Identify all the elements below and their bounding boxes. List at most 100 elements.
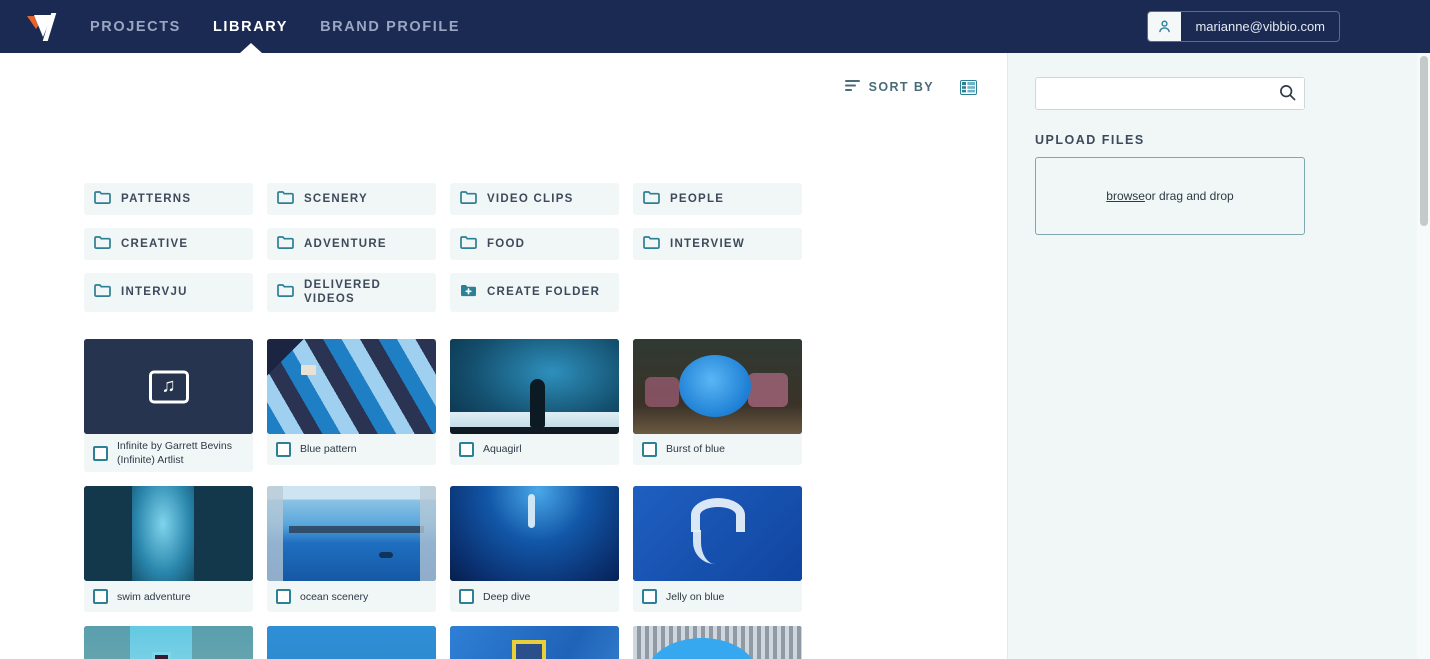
media-thumbnail[interactable]	[84, 486, 253, 582]
folder-icon	[643, 235, 660, 254]
media-checkbox[interactable]	[93, 589, 108, 605]
media-thumbnail[interactable]	[267, 339, 436, 434]
nav-item-brand-profile[interactable]: BRAND PROFILE	[304, 0, 476, 53]
active-tab-caret-icon	[239, 43, 262, 53]
folder-label: FOOD	[487, 237, 526, 250]
folder-icon	[460, 190, 477, 209]
media-title: Burst of blue	[666, 443, 725, 456]
media-title: swim adventure	[117, 590, 191, 603]
media-card[interactable]	[450, 626, 619, 659]
folder-icon	[94, 283, 111, 302]
folder-chip-interview[interactable]: INTERVIEW	[633, 228, 802, 260]
create-folder-button[interactable]: CREATE FOLDER	[450, 273, 619, 312]
media-checkbox[interactable]	[276, 442, 291, 457]
media-grid: ♫ Infinite by Garrett Bevins (Infinite) …	[84, 339, 984, 659]
folder-plus-icon	[460, 283, 477, 302]
upload-dropzone[interactable]: browse or drag and drop	[1035, 157, 1305, 235]
audio-note-icon: ♫	[148, 370, 189, 403]
search-icon	[1279, 84, 1296, 104]
media-checkbox[interactable]	[459, 442, 474, 457]
media-card-footer: Jelly on blue	[633, 581, 802, 613]
folder-label: VIDEO CLIPS	[487, 192, 574, 205]
scrollbar-thumb[interactable]	[1420, 56, 1428, 226]
media-checkbox[interactable]	[276, 589, 291, 605]
media-checkbox[interactable]	[642, 589, 657, 605]
media-title: Jelly on blue	[666, 590, 725, 603]
search-box[interactable]	[1035, 77, 1305, 110]
folder-chip-patterns[interactable]: PATTERNS	[84, 183, 253, 215]
folder-icon	[643, 190, 660, 209]
media-card[interactable]: Blue pattern	[267, 339, 436, 472]
media-card[interactable]: Aqua blue wall	[84, 626, 253, 659]
folder-list: PATTERNS SCENERY VIDEO CLIPS PEOPLE CREA…	[84, 183, 984, 312]
folder-label: INTERVIEW	[670, 237, 745, 250]
media-card-footer: Aquagirl	[450, 434, 619, 465]
folder-chip-video-clips[interactable]: VIDEO CLIPS	[450, 183, 619, 215]
folder-chip-scenery[interactable]: SCENERY	[267, 183, 436, 215]
media-card[interactable]: Pot on blue	[267, 626, 436, 659]
media-card[interactable]	[633, 626, 802, 659]
user-account-chip[interactable]: marianne@vibbio.com	[1147, 11, 1340, 42]
folder-icon	[277, 283, 294, 302]
media-checkbox[interactable]	[459, 589, 474, 605]
media-card[interactable]: swim adventure	[84, 486, 253, 613]
search-input[interactable]	[1036, 78, 1270, 109]
media-thumbnail[interactable]	[450, 339, 619, 434]
folder-label: INTERVJU	[121, 286, 188, 299]
sort-by-label: SORT BY	[868, 80, 934, 94]
media-card[interactable]: Deep dive	[450, 486, 619, 613]
browse-link[interactable]: browse	[1106, 189, 1145, 203]
sort-by-button[interactable]: SORT BY	[844, 79, 934, 95]
media-checkbox[interactable]	[642, 442, 657, 457]
user-email: marianne@vibbio.com	[1195, 19, 1325, 34]
folder-chip-creative[interactable]: CREATIVE	[84, 228, 253, 260]
media-card[interactable]: Jelly on blue	[633, 486, 802, 613]
media-card-footer: Infinite by Garrett Bevins (Infinite) Ar…	[84, 434, 253, 473]
media-card[interactable]: ocean scenery	[267, 486, 436, 613]
folder-icon	[460, 235, 477, 254]
nav-label: LIBRARY	[212, 18, 289, 35]
media-thumbnail[interactable]	[450, 486, 619, 582]
app-logo[interactable]	[14, 11, 74, 43]
search-button[interactable]	[1270, 78, 1304, 109]
folder-chip-delivered-videos[interactable]: DELIVERED VIDEOS	[267, 273, 436, 312]
folder-chip-food[interactable]: FOOD	[450, 228, 619, 260]
nav-item-library[interactable]: LIBRARY	[197, 0, 304, 53]
library-content: SORT BY PATTERNS SCENERY VIDEO CLIPS PEO…	[0, 53, 1007, 659]
folder-icon	[277, 235, 294, 254]
vibbio-logo-icon	[27, 11, 61, 43]
media-thumbnail[interactable]	[633, 339, 802, 434]
media-thumbnail[interactable]	[633, 626, 802, 659]
nav-item-projects[interactable]: PROJECTS	[74, 0, 197, 53]
media-thumbnail[interactable]	[450, 626, 619, 659]
grid-view-icon[interactable]	[960, 79, 977, 95]
media-thumbnail[interactable]	[633, 486, 802, 582]
media-card[interactable]: Burst of blue	[633, 339, 802, 472]
media-thumbnail[interactable]	[84, 626, 253, 659]
media-card-footer: Deep dive	[450, 581, 619, 613]
media-card-footer: Burst of blue	[633, 434, 802, 465]
folder-icon	[277, 190, 294, 209]
media-title: Aquagirl	[483, 443, 522, 456]
media-card[interactable]: Aquagirl	[450, 339, 619, 472]
folder-label: PEOPLE	[670, 192, 725, 205]
folder-chip-intervju[interactable]: INTERVJU	[84, 273, 253, 312]
media-card-footer: swim adventure	[84, 581, 253, 613]
media-thumbnail[interactable]: ♫	[84, 339, 253, 434]
media-title: Blue pattern	[300, 443, 357, 456]
folder-label: CREATIVE	[121, 237, 189, 250]
folder-label: PATTERNS	[121, 192, 192, 205]
media-thumbnail[interactable]	[267, 486, 436, 582]
user-icon	[1148, 12, 1182, 41]
folder-chip-adventure[interactable]: ADVENTURE	[267, 228, 436, 260]
media-checkbox[interactable]	[93, 445, 108, 461]
media-card[interactable]: ♫ Infinite by Garrett Bevins (Infinite) …	[84, 339, 253, 473]
folder-icon	[94, 190, 111, 209]
media-thumbnail[interactable]	[267, 626, 436, 659]
folder-label: ADVENTURE	[304, 237, 387, 250]
folder-chip-people[interactable]: PEOPLE	[633, 183, 802, 215]
media-card-footer: ocean scenery	[267, 581, 436, 613]
media-title: Infinite by Garrett Bevins (Infinite) Ar…	[117, 440, 232, 467]
page-scrollbar[interactable]	[1417, 53, 1430, 659]
main-nav: PROJECTS LIBRARY BRAND PROFILE	[74, 0, 476, 53]
